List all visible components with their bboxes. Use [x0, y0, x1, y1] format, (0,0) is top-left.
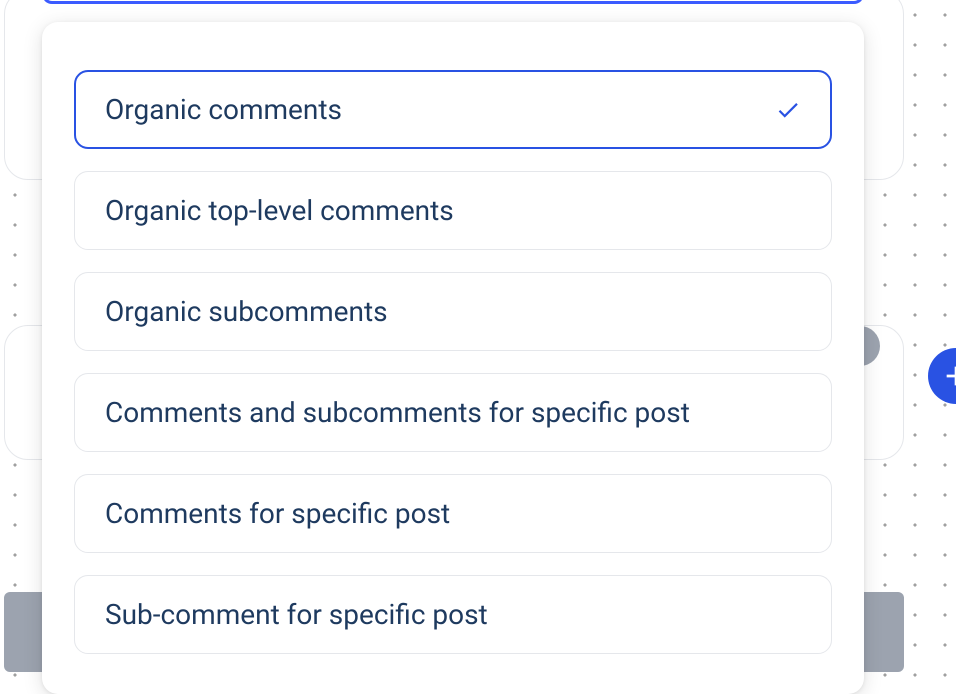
dropdown-option-comments-subcomments-specific-post[interactable]: Comments and subcomments for specific po… — [74, 373, 832, 452]
option-label: Sub-comment for specific post — [105, 598, 488, 631]
dropdown-option-organic-comments[interactable]: Organic comments — [74, 70, 832, 149]
check-icon — [775, 97, 801, 123]
dropdown-option-sub-comment-specific-post[interactable]: Sub-comment for specific post — [74, 575, 832, 654]
option-label: Comments for specific post — [105, 497, 450, 530]
option-label: Comments and subcomments for specific po… — [105, 396, 690, 429]
dropdown-option-comments-specific-post[interactable]: Comments for specific post — [74, 474, 832, 553]
option-label: Organic top-level comments — [105, 194, 454, 227]
dropdown-option-organic-subcomments[interactable]: Organic subcomments — [74, 272, 832, 351]
plus-icon — [940, 360, 956, 392]
dropdown-option-organic-top-level-comments[interactable]: Organic top-level comments — [74, 171, 832, 250]
option-label: Organic comments — [105, 93, 342, 126]
selector-field-border — [42, 0, 864, 4]
option-label: Organic subcomments — [105, 295, 388, 328]
dropdown-options-panel: Organic comments Organic top-level comme… — [42, 22, 864, 694]
